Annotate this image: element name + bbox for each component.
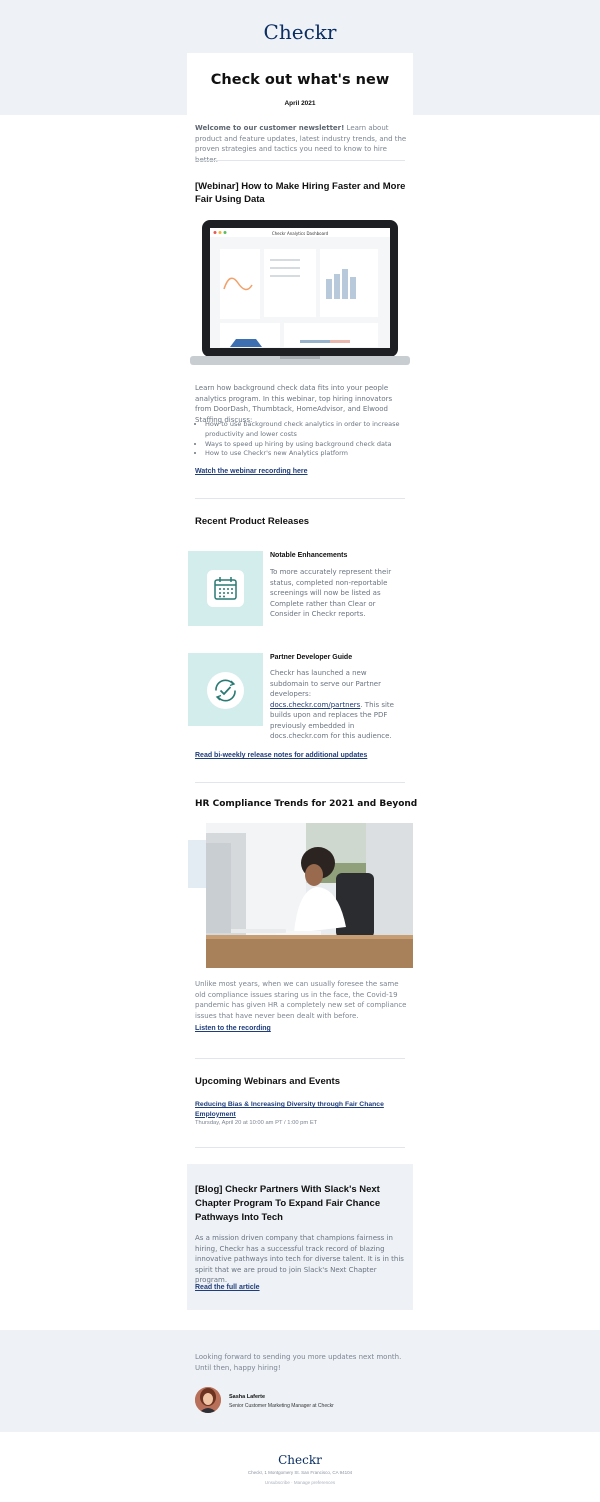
blog-body: As a mission driven company that champio… bbox=[195, 1234, 404, 1284]
checkr-logo[interactable]: Checkr bbox=[0, 20, 600, 44]
divider bbox=[195, 1147, 405, 1148]
divider bbox=[195, 498, 405, 499]
dashboard-title: Checkr Analytics Dashboard bbox=[272, 231, 329, 236]
list-item: How to use Checkr's new Analytics platfo… bbox=[205, 449, 407, 459]
intro-bold: Welcome to our customer newsletter! bbox=[195, 124, 345, 132]
release-text-before: Checkr has launched a new subdomain to s… bbox=[270, 669, 381, 698]
release-notes-link[interactable]: Read bi-weekly release notes for additio… bbox=[195, 752, 367, 759]
laptop-illustration: Checkr Analytics Dashboard bbox=[190, 220, 410, 365]
woman-at-computer-photo bbox=[206, 823, 413, 968]
webinar-bullets: How to use background check analytics in… bbox=[195, 420, 407, 459]
webinar-recording-link[interactable]: Watch the webinar recording here bbox=[195, 468, 308, 475]
divider bbox=[195, 160, 405, 161]
release-title: Partner Developer Guide bbox=[270, 654, 353, 661]
intro-text: Welcome to our customer newsletter! Lear… bbox=[195, 123, 407, 165]
read-article-link[interactable]: Read the full article bbox=[195, 1284, 260, 1291]
unsubscribe-links[interactable]: Unsubscribe · Manage preferences bbox=[0, 1480, 600, 1485]
closing-text: Looking forward to sending you more upda… bbox=[195, 1353, 402, 1372]
author-role: Senior Customer Marketing Manager at Che… bbox=[229, 1403, 334, 1409]
compliance-title: HR Compliance Trends for 2021 and Beyond bbox=[195, 799, 418, 809]
event-time: Thursday, April 20 at 10:00 am PT / 1:00… bbox=[195, 1120, 318, 1126]
author-name: Sasha Laferte bbox=[229, 1394, 266, 1400]
refresh-check-icon bbox=[207, 672, 244, 709]
laptop-image: Checkr Analytics Dashboard bbox=[190, 219, 410, 369]
webinar-body: Learn how background check data fits int… bbox=[195, 384, 393, 424]
release-text: Checkr has launched a new subdomain to s… bbox=[270, 668, 405, 742]
blog-title: [Blog] Checkr Partners With Slack's Next… bbox=[195, 1184, 381, 1223]
list-item: How to use background check analytics in… bbox=[205, 420, 407, 440]
webinar-title: [Webinar] How to Make Hiring Faster and … bbox=[195, 181, 406, 205]
page-title: Check out what's new bbox=[210, 72, 390, 88]
compliance-body: Unlike most years, when we can usually f… bbox=[195, 980, 407, 1020]
release-title: Notable Enhancements bbox=[270, 552, 348, 559]
releases-title: Recent Product Releases bbox=[195, 516, 310, 527]
event-link[interactable]: Reducing Bias & Increasing Diversity thr… bbox=[195, 1100, 400, 1119]
divider bbox=[195, 1058, 405, 1059]
partners-docs-link[interactable]: docs.checkr.com/partners bbox=[270, 701, 360, 709]
divider bbox=[195, 782, 405, 783]
list-item: Ways to speed up hiring by using backgro… bbox=[205, 440, 407, 450]
closing-band bbox=[0, 1330, 600, 1432]
issue-date: April 2021 bbox=[284, 100, 316, 107]
calendar-icon bbox=[207, 570, 244, 607]
listen-recording-link[interactable]: Listen to the recording bbox=[195, 1025, 271, 1032]
notable-enhancements-tile bbox=[188, 551, 263, 626]
events-title: Upcoming Webinars and Events bbox=[195, 1076, 340, 1087]
footer-address: Checkr, 1 Montgomery St. San Francisco, … bbox=[247, 1470, 353, 1475]
partner-guide-tile bbox=[188, 653, 263, 726]
footer-logo[interactable]: Checkr bbox=[0, 1453, 600, 1467]
avatar bbox=[195, 1387, 221, 1413]
release-text: To more accurately represent their statu… bbox=[270, 568, 392, 618]
